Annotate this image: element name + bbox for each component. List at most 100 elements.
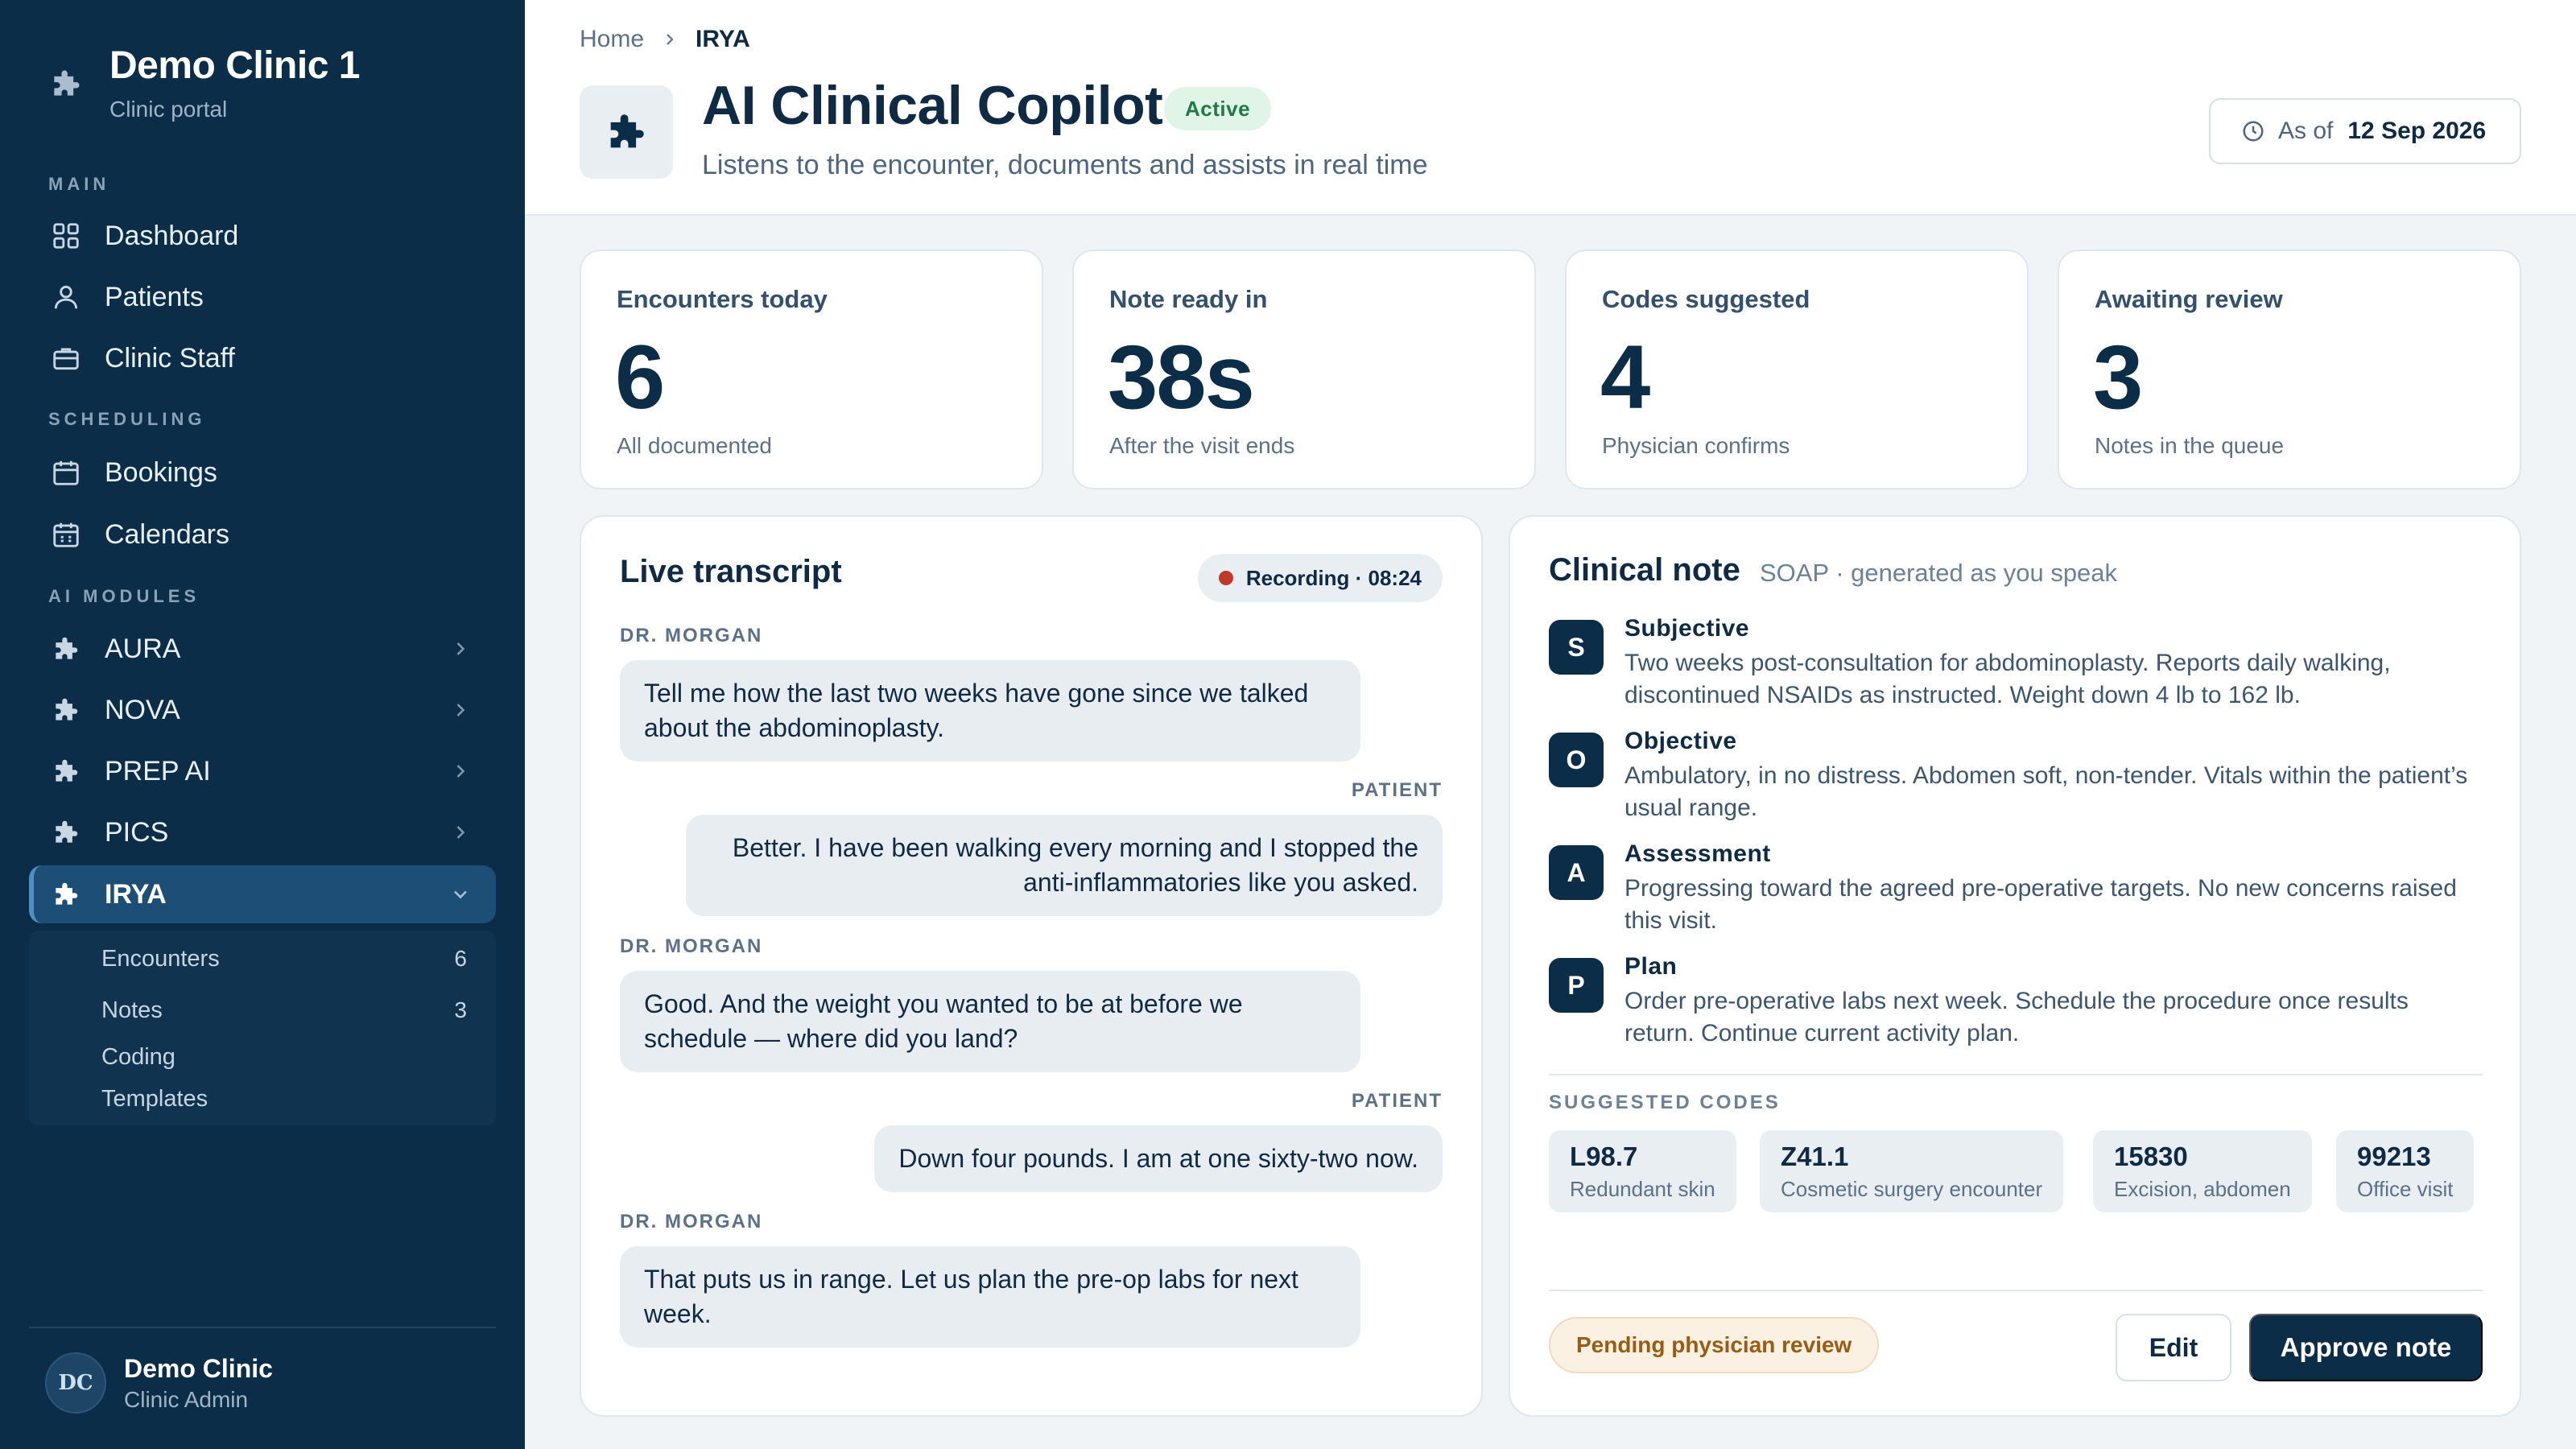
- sidebar: Demo Clinic 1 Clinic portal MAIN Dashboa…: [0, 0, 525, 1449]
- card-title: Live transcript: [620, 554, 842, 589]
- puzzle-icon: [54, 70, 80, 96]
- transcript-message: That puts us in range. Let us plan the p…: [620, 1246, 1360, 1348]
- speaker-label: PATIENT: [1351, 779, 1443, 801]
- user-profile[interactable]: DC Demo Clinic Clinic Admin: [45, 1352, 273, 1414]
- live-transcript-card: Live transcript Recording · 08:24 DR. MO…: [580, 515, 1483, 1417]
- code-description: Excision, abdomen: [2114, 1177, 2291, 1201]
- recording-label: Recording · 08:24: [1245, 565, 1422, 590]
- submenu-item-label: Templates: [101, 1085, 208, 1112]
- module-icon: [580, 85, 673, 179]
- sidebar-item-clinic-staff[interactable]: Clinic Staff: [29, 329, 496, 387]
- avatar: DC: [45, 1352, 106, 1414]
- puzzle-icon: [50, 878, 82, 910]
- soap-heading: Plan: [1624, 953, 1678, 980]
- soap-letter: S: [1549, 620, 1604, 675]
- code-description: Cosmetic surgery encounter: [1781, 1177, 2043, 1201]
- speaker-label: PATIENT: [1351, 1090, 1443, 1112]
- code-description: Redundant skin: [1570, 1177, 1715, 1201]
- stat-note: Notes in the queue: [2095, 433, 2285, 458]
- breadcrumb-current: IRYA: [696, 26, 750, 52]
- briefcase-icon: [50, 342, 82, 374]
- page-title: AI Clinical Copilot: [702, 75, 1163, 136]
- calendar-grid-icon: [50, 518, 82, 551]
- speaker-label: DR. MORGAN: [620, 1211, 763, 1232]
- sidebar-item-label: Patients: [105, 281, 204, 312]
- status-badge: Active: [1164, 87, 1272, 130]
- submenu-item-templates[interactable]: Templates: [101, 1079, 504, 1119]
- sidebar-item-pics[interactable]: PICS: [29, 803, 496, 861]
- soap-heading: Assessment: [1624, 840, 1771, 867]
- speaker-label: DR. MORGAN: [620, 625, 763, 646]
- review-status-badge: Pending physician review: [1549, 1317, 1880, 1373]
- puzzle-icon: [610, 114, 644, 148]
- soap-letter: P: [1549, 958, 1604, 1013]
- as-of-date: 12 Sep 2026: [2347, 118, 2487, 144]
- soap-letter: A: [1549, 845, 1604, 900]
- sidebar-item-label: Clinic Staff: [105, 342, 235, 374]
- sidebar-item-label: PREP AI: [105, 755, 211, 786]
- approve-note-button[interactable]: Approve note: [2249, 1314, 2483, 1381]
- clinic-name: Demo Clinic 1: [109, 44, 360, 87]
- soap-text: Ambulatory, in no distress. Abdomen soft…: [1624, 762, 2468, 821]
- submenu-item-label: Notes: [101, 997, 163, 1023]
- transcript-message: Good. And the weight you wanted to be at…: [620, 971, 1360, 1072]
- section-label-scheduling: SCHEDULING: [48, 409, 206, 429]
- submenu-item-notes[interactable]: Notes 3: [101, 990, 504, 1030]
- sidebar-item-prep-ai[interactable]: PREP AI: [29, 742, 496, 800]
- code-value: 15830: [2114, 1141, 2188, 1171]
- sidebar-item-irya[interactable]: IRYA: [29, 865, 496, 923]
- sidebar-item-dashboard[interactable]: Dashboard: [29, 207, 496, 265]
- brand[interactable]: Demo Clinic 1 Clinic portal: [48, 42, 360, 122]
- sidebar-item-label: AURA: [105, 633, 181, 664]
- sidebar-item-calendars[interactable]: Calendars: [29, 506, 496, 564]
- clinic-portal-label: Clinic portal: [109, 97, 228, 122]
- submenu-item-label: Coding: [101, 1043, 175, 1070]
- sidebar-item-bookings[interactable]: Bookings: [29, 444, 496, 502]
- code-chip[interactable]: Z41.1 Cosmetic surgery encounter: [1760, 1130, 2064, 1212]
- sidebar-item-label: Bookings: [105, 456, 217, 488]
- count-badge: 3: [454, 997, 467, 1022]
- calendar-icon: [50, 456, 82, 489]
- puzzle-icon: [50, 816, 82, 848]
- code-chip[interactable]: L98.7 Redundant skin: [1549, 1130, 1736, 1212]
- divider: [1549, 1290, 2483, 1291]
- section-label-ai-modules: AI MODULES: [48, 586, 200, 606]
- soap-text: Progressing toward the agreed pre-operat…: [1624, 875, 2457, 934]
- sidebar-divider: [29, 1327, 496, 1328]
- breadcrumb-home[interactable]: Home: [580, 26, 644, 53]
- stat-value: 3: [2093, 327, 2143, 427]
- soap-text: Order pre-operative labs next week. Sche…: [1624, 988, 2409, 1046]
- divider: [1549, 1074, 2483, 1075]
- stat-label: Awaiting review: [2095, 285, 2283, 313]
- count-badge: 6: [454, 946, 467, 971]
- recording-indicator[interactable]: Recording · 08:24: [1197, 554, 1443, 602]
- code-chip[interactable]: 99213 Office visit: [2336, 1130, 2475, 1212]
- edit-button[interactable]: Edit: [2116, 1314, 2231, 1381]
- sidebar-item-label: IRYA: [105, 878, 167, 910]
- sidebar-item-label: NOVA: [105, 694, 180, 725]
- puzzle-icon: [50, 755, 82, 787]
- submenu-item-label: Encounters: [101, 945, 220, 972]
- sidebar-item-label: Dashboard: [105, 220, 239, 251]
- stat-note: Physician confirms: [1602, 433, 1790, 458]
- sidebar-item-patients[interactable]: Patients: [29, 268, 496, 326]
- recording-dot-icon: [1218, 571, 1233, 585]
- irya-submenu: Encounters 6 Notes 3 Coding Templates: [29, 931, 496, 1125]
- sidebar-item-nova[interactable]: NOVA: [29, 681, 496, 739]
- submenu-item-coding[interactable]: Coding: [101, 1037, 504, 1077]
- page-header: Home IRYA AI Clinical Copilot Active Lis…: [525, 0, 2576, 216]
- submenu-item-encounters[interactable]: Encounters 6: [101, 939, 504, 979]
- as-of-date-button[interactable]: As of 12 Sep 2026: [2209, 98, 2521, 164]
- transcript-message: Tell me how the last two weeks have gone…: [620, 660, 1360, 762]
- soap-heading: Objective: [1624, 728, 1737, 754]
- sidebar-item-aura[interactable]: AURA: [29, 620, 496, 678]
- stat-label: Encounters today: [617, 285, 828, 313]
- user-role: Clinic Admin: [124, 1386, 249, 1412]
- as-of-label: As of: [2278, 118, 2334, 144]
- code-chip[interactable]: 15830 Excision, abdomen: [2093, 1130, 2312, 1212]
- section-label-main: MAIN: [48, 174, 110, 194]
- card-subtitle: SOAP · generated as you speak: [1760, 559, 2118, 587]
- chevron-right-icon: [456, 765, 465, 778]
- code-value: 99213: [2357, 1141, 2431, 1171]
- stat-label: Codes suggested: [1602, 285, 1810, 313]
